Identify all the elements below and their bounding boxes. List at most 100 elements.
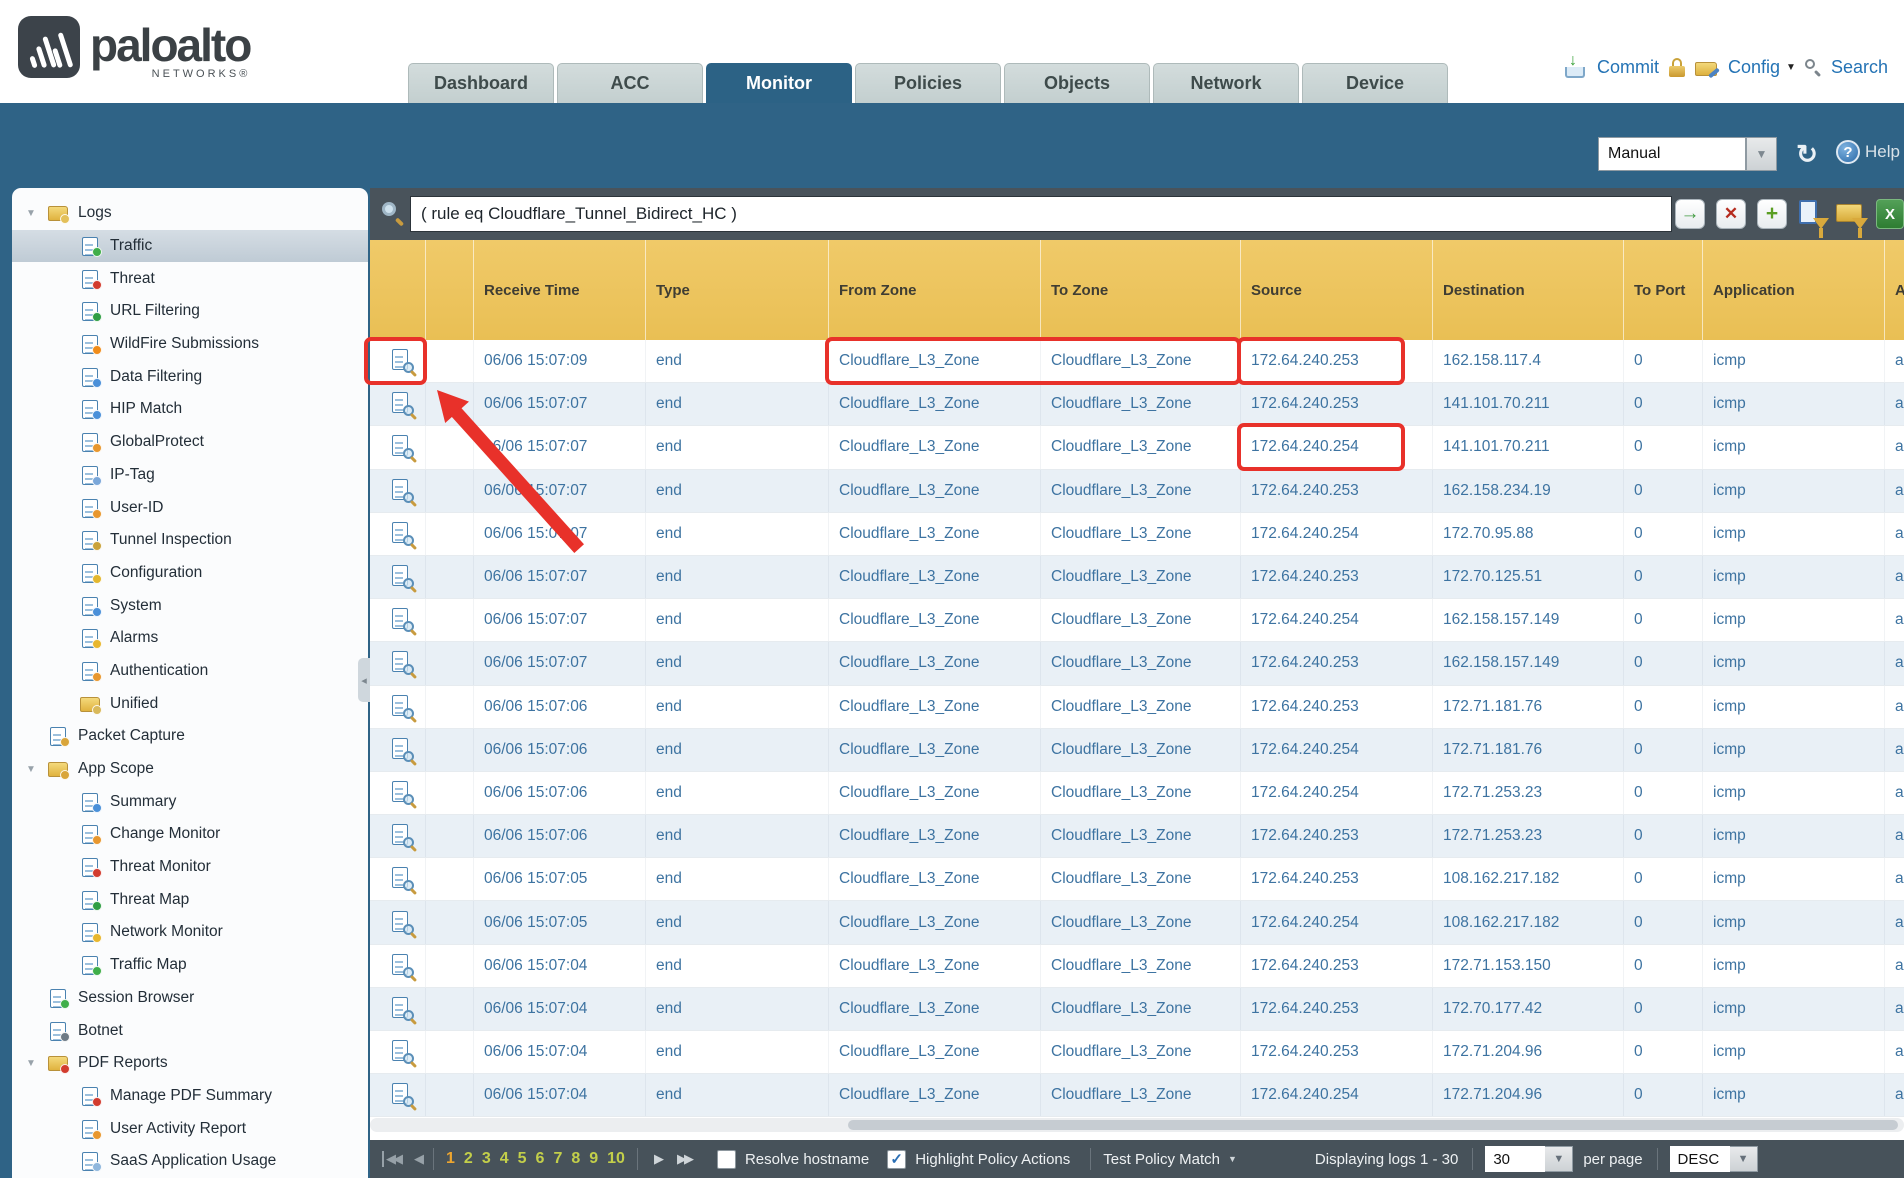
disclosure-triangle-icon[interactable]: ▼	[26, 1058, 48, 1069]
refresh-icon[interactable]: ↻	[1792, 139, 1822, 169]
cell-to-zone[interactable]: Cloudflare_L3_Zone	[1040, 1074, 1240, 1116]
cell-source[interactable]: 172.64.240.254	[1240, 426, 1432, 468]
cell-to-port[interactable]: 0	[1623, 556, 1702, 598]
cell-receive-time[interactable]: 06/06 15:07:07	[473, 642, 645, 684]
refresh-mode-dropdown-icon[interactable]: ▼	[1746, 137, 1777, 171]
cell-to-zone[interactable]: Cloudflare_L3_Zone	[1040, 686, 1240, 728]
search-link[interactable]: Search	[1831, 57, 1888, 78]
log-detail-magnifier-icon[interactable]	[392, 997, 412, 1021]
cell-source[interactable]: 172.64.240.253	[1240, 383, 1432, 425]
cell-to-port[interactable]: 0	[1623, 1074, 1702, 1116]
highlight-policy-actions-checkbox[interactable]: ✓	[887, 1150, 906, 1169]
cell-application[interactable]: icmp	[1702, 556, 1884, 598]
load-filter-icon[interactable]	[1836, 199, 1868, 229]
log-detail-magnifier-icon[interactable]	[392, 651, 412, 675]
page-number-5[interactable]: 5	[518, 1150, 527, 1168]
sidebar-item-threat-map[interactable]: Threat Map	[12, 883, 368, 916]
cell-type[interactable]: end	[645, 556, 828, 598]
cell-to-port[interactable]: 0	[1623, 815, 1702, 857]
sort-order-dropdown-icon[interactable]: ▼	[1730, 1146, 1758, 1172]
col-header-to-zone[interactable]: To Zone	[1040, 240, 1240, 340]
cell-action[interactable]: a	[1884, 426, 1904, 468]
cell-application[interactable]: icmp	[1702, 772, 1884, 814]
sidebar-item-url-filtering[interactable]: URL Filtering	[12, 295, 368, 328]
cell-action[interactable]: a	[1884, 642, 1904, 684]
cell-to-zone[interactable]: Cloudflare_L3_Zone	[1040, 556, 1240, 598]
cell-destination[interactable]: 172.70.125.51	[1432, 556, 1623, 598]
col-header-to-port[interactable]: To Port	[1623, 240, 1702, 340]
cell-receive-time[interactable]: 06/06 15:07:05	[473, 901, 645, 943]
cell-to-zone[interactable]: Cloudflare_L3_Zone	[1040, 729, 1240, 771]
cell-source[interactable]: 172.64.240.254	[1240, 513, 1432, 555]
cell-to-zone[interactable]: Cloudflare_L3_Zone	[1040, 642, 1240, 684]
sidebar-item-summary[interactable]: Summary	[12, 785, 368, 818]
col-header-from-zone[interactable]: From Zone	[828, 240, 1040, 340]
cell-type[interactable]: end	[645, 686, 828, 728]
cell-destination[interactable]: 141.101.70.211	[1432, 426, 1623, 468]
cell-from-zone[interactable]: Cloudflare_L3_Zone	[828, 556, 1040, 598]
cell-source[interactable]: 172.64.240.254	[1240, 901, 1432, 943]
cell-receive-time[interactable]: 06/06 15:07:06	[473, 686, 645, 728]
config-caret-icon[interactable]: ▼	[1786, 62, 1796, 73]
cell-destination[interactable]: 162.158.157.149	[1432, 642, 1623, 684]
cell-from-zone[interactable]: Cloudflare_L3_Zone	[828, 1031, 1040, 1073]
refresh-mode-select[interactable]: Manual	[1598, 137, 1746, 171]
cell-source[interactable]: 172.64.240.253	[1240, 945, 1432, 987]
sidebar-item-user-id[interactable]: User-ID	[12, 491, 368, 524]
log-detail-magnifier-icon[interactable]	[392, 479, 412, 503]
cell-type[interactable]: end	[645, 642, 828, 684]
cell-to-zone[interactable]: Cloudflare_L3_Zone	[1040, 858, 1240, 900]
cell-source[interactable]: 172.64.240.253	[1240, 988, 1432, 1030]
sidebar-item-pdf-reports[interactable]: ▼PDF Reports	[12, 1047, 368, 1080]
cell-to-zone[interactable]: Cloudflare_L3_Zone	[1040, 426, 1240, 468]
cell-destination[interactable]: 172.71.153.150	[1432, 945, 1623, 987]
apply-filter-icon[interactable]: →	[1675, 199, 1705, 229]
cell-receive-time[interactable]: 06/06 15:07:07	[473, 470, 645, 512]
log-detail-magnifier-icon[interactable]	[392, 608, 412, 632]
cell-destination[interactable]: 172.71.253.23	[1432, 772, 1623, 814]
log-detail-magnifier-icon[interactable]	[392, 522, 412, 546]
cell-destination[interactable]: 108.162.217.182	[1432, 858, 1623, 900]
cell-action[interactable]: a	[1884, 1074, 1904, 1116]
cell-type[interactable]: end	[645, 858, 828, 900]
cell-application[interactable]: icmp	[1702, 426, 1884, 468]
sidebar-item-system[interactable]: System	[12, 589, 368, 622]
cell-to-zone[interactable]: Cloudflare_L3_Zone	[1040, 988, 1240, 1030]
clear-filter-icon[interactable]: ✕	[1716, 199, 1746, 229]
cell-application[interactable]: icmp	[1702, 513, 1884, 555]
sidebar-item-manage-pdf-summary[interactable]: Manage PDF Summary	[12, 1080, 368, 1113]
disclosure-triangle-icon[interactable]: ▼	[26, 208, 48, 219]
page-number-9[interactable]: 9	[589, 1150, 598, 1168]
cell-receive-time[interactable]: 06/06 15:07:04	[473, 1074, 645, 1116]
cell-source[interactable]: 172.64.240.253	[1240, 815, 1432, 857]
sidebar-item-globalprotect[interactable]: GlobalProtect	[12, 426, 368, 459]
cell-type[interactable]: end	[645, 513, 828, 555]
tab-policies[interactable]: Policies	[855, 63, 1001, 103]
cell-receive-time[interactable]: 06/06 15:07:06	[473, 815, 645, 857]
cell-application[interactable]: icmp	[1702, 340, 1884, 382]
cell-receive-time[interactable]: 06/06 15:07:06	[473, 772, 645, 814]
last-page-icon[interactable]: ▶▶	[677, 1151, 691, 1167]
disclosure-triangle-icon[interactable]: ▼	[26, 764, 48, 775]
sidebar-item-logs[interactable]: ▼Logs	[12, 197, 368, 230]
log-detail-magnifier-icon[interactable]	[392, 911, 412, 935]
cell-from-zone[interactable]: Cloudflare_L3_Zone	[828, 1074, 1040, 1116]
page-number-3[interactable]: 3	[482, 1150, 491, 1168]
sidebar-item-configuration[interactable]: Configuration	[12, 557, 368, 590]
cell-receive-time[interactable]: 06/06 15:07:06	[473, 729, 645, 771]
cell-action[interactable]: a	[1884, 383, 1904, 425]
sort-order-select[interactable]: DESC	[1670, 1146, 1730, 1172]
first-page-icon[interactable]: ◀◀	[382, 1151, 400, 1167]
sidebar-collapse-icon[interactable]: ◂	[358, 658, 370, 702]
cell-from-zone[interactable]: Cloudflare_L3_Zone	[828, 945, 1040, 987]
page-number-2[interactable]: 2	[464, 1150, 473, 1168]
sidebar-item-change-monitor[interactable]: Change Monitor	[12, 818, 368, 851]
cell-source[interactable]: 172.64.240.254	[1240, 1074, 1432, 1116]
cell-destination[interactable]: 162.158.157.149	[1432, 599, 1623, 641]
cell-application[interactable]: icmp	[1702, 729, 1884, 771]
cell-to-zone[interactable]: Cloudflare_L3_Zone	[1040, 815, 1240, 857]
cell-from-zone[interactable]: Cloudflare_L3_Zone	[828, 901, 1040, 943]
cell-source[interactable]: 172.64.240.253	[1240, 1031, 1432, 1073]
sidebar-item-traffic-map[interactable]: Traffic Map	[12, 949, 368, 982]
cell-action[interactable]: a	[1884, 470, 1904, 512]
